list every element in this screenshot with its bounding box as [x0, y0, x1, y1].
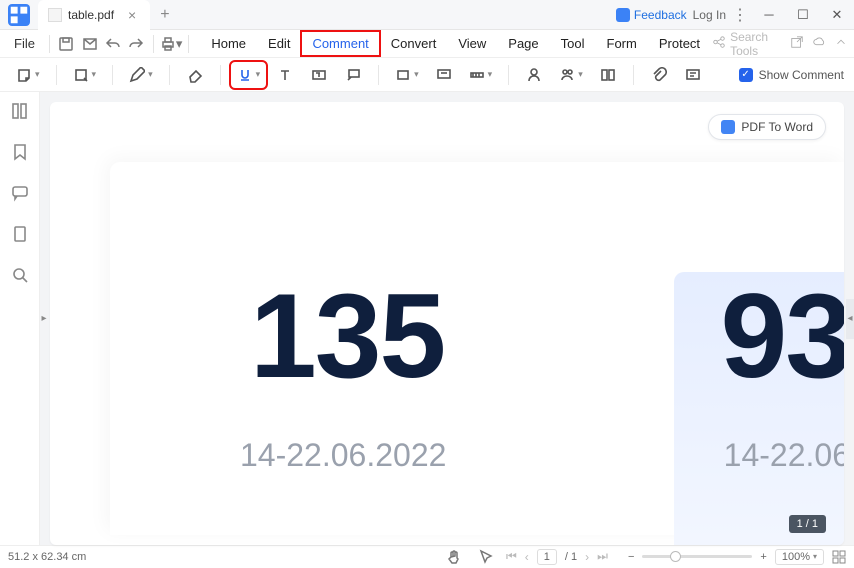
- app-logo-icon: [8, 4, 30, 26]
- next-page-button[interactable]: ›: [585, 550, 589, 564]
- first-page-button[interactable]: ⏮: [506, 549, 517, 564]
- underline-tool[interactable]: ▾: [231, 62, 267, 88]
- page-dimensions: 51.2 x 62.34 cm: [8, 551, 86, 563]
- close-window-button[interactable]: ✕: [820, 1, 854, 29]
- document-tab[interactable]: table.pdf ×: [38, 0, 150, 30]
- file-icon: [48, 8, 62, 22]
- file-menu[interactable]: File: [6, 32, 43, 55]
- text-tool[interactable]: [270, 62, 300, 88]
- nav-edit[interactable]: Edit: [258, 32, 300, 55]
- nav-convert[interactable]: Convert: [381, 32, 447, 55]
- page-total: / 1: [565, 551, 577, 563]
- nav-home[interactable]: Home: [201, 32, 256, 55]
- print-icon[interactable]: ▾: [160, 33, 183, 55]
- mail-icon[interactable]: [79, 33, 100, 55]
- tab-title: table.pdf: [68, 8, 114, 22]
- nav-form[interactable]: Form: [597, 32, 647, 55]
- zoom-in-button[interactable]: +: [760, 551, 766, 563]
- pdf-to-word-button[interactable]: PDF To Word: [708, 114, 826, 140]
- nav-tool[interactable]: Tool: [551, 32, 595, 55]
- shape-rect-tool[interactable]: ▾: [389, 62, 425, 88]
- metric-1-date: 14-22.06.2022: [240, 437, 446, 474]
- callout-tool[interactable]: [338, 62, 368, 88]
- search-tools[interactable]: Search Tools: [712, 30, 782, 58]
- fit-view-icon[interactable]: [832, 550, 846, 564]
- zoom-slider[interactable]: [642, 555, 752, 558]
- word-icon: [721, 120, 735, 134]
- feedback-link[interactable]: Feedback: [616, 8, 687, 22]
- zoom-level-select[interactable]: 100%▾: [775, 549, 824, 565]
- save-icon[interactable]: [56, 33, 77, 55]
- more-menu-icon[interactable]: ⋮: [732, 5, 748, 25]
- minimize-button[interactable]: ─: [752, 1, 786, 29]
- stamp-person-tool[interactable]: [519, 62, 549, 88]
- comments-panel-icon[interactable]: [11, 184, 29, 205]
- bookmark-panel-icon[interactable]: [11, 143, 29, 164]
- feedback-icon: [616, 8, 630, 22]
- stamp-tool[interactable]: [429, 62, 459, 88]
- metric-1-value: 135: [250, 267, 444, 405]
- page-indicator-badge: 1 / 1: [789, 515, 826, 533]
- nav-page[interactable]: Page: [498, 32, 548, 55]
- expand-left-handle[interactable]: ▸: [40, 299, 48, 339]
- add-tab-button[interactable]: +: [160, 6, 169, 24]
- eraser-tool[interactable]: [180, 62, 210, 88]
- redo-icon[interactable]: [126, 33, 147, 55]
- note-tool[interactable]: ▾: [10, 62, 46, 88]
- collapse-ribbon-icon[interactable]: [834, 35, 848, 52]
- textbox-tool[interactable]: [304, 62, 334, 88]
- document-canvas[interactable]: PDF To Word 135 14-22.06.2022 93 14-22.0…: [50, 102, 844, 545]
- nav-view[interactable]: View: [448, 32, 496, 55]
- last-page-button[interactable]: ⏭: [597, 549, 608, 564]
- zoom-out-button[interactable]: −: [628, 551, 634, 563]
- share-icon: [712, 35, 726, 52]
- metric-2-value: 93: [721, 267, 844, 405]
- select-tool-icon[interactable]: [474, 546, 498, 568]
- highlight-tool[interactable]: ▾: [67, 62, 103, 88]
- nav-protect[interactable]: Protect: [649, 32, 710, 55]
- login-link[interactable]: Log In: [693, 8, 726, 22]
- maximize-button[interactable]: ☐: [786, 1, 820, 29]
- cloud-icon[interactable]: [812, 35, 826, 52]
- comment-list-tool[interactable]: [678, 62, 708, 88]
- prev-page-button[interactable]: ‹: [525, 550, 529, 564]
- page-number-input[interactable]: 1: [537, 549, 557, 565]
- metric-2-date: 14-22.06: [724, 437, 844, 474]
- hand-tool-icon[interactable]: [442, 546, 466, 568]
- pencil-tool[interactable]: ▾: [123, 62, 159, 88]
- close-tab-icon[interactable]: ×: [128, 7, 136, 23]
- open-external-icon[interactable]: [790, 35, 804, 52]
- undo-icon[interactable]: [102, 33, 123, 55]
- attachments-panel-icon[interactable]: [11, 225, 29, 246]
- nav-comment[interactable]: Comment: [302, 32, 378, 55]
- measure-tool[interactable]: ▾: [463, 62, 499, 88]
- show-comment-toggle[interactable]: ✓ Show Comment: [739, 68, 844, 82]
- thumbnails-panel-icon[interactable]: [11, 102, 29, 123]
- compare-tool[interactable]: [593, 62, 623, 88]
- expand-right-handle[interactable]: ◂: [846, 299, 854, 339]
- search-panel-icon[interactable]: [11, 266, 29, 287]
- checkbox-checked-icon: ✓: [739, 68, 753, 82]
- attachment-tool[interactable]: [644, 62, 674, 88]
- signature-tool[interactable]: ▾: [553, 62, 589, 88]
